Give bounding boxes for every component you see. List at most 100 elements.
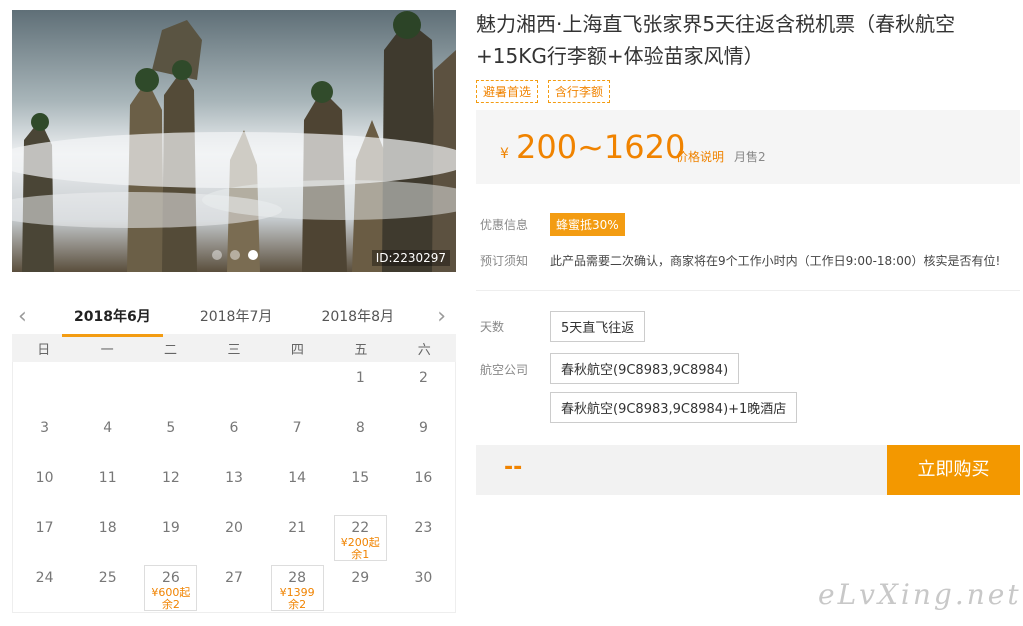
calendar-day[interactable]: 6 [202, 412, 265, 462]
calendar-day[interactable]: 15 [329, 462, 392, 512]
day-number: 28 [288, 570, 307, 586]
carousel-dot-active[interactable] [248, 250, 258, 260]
calendar-day[interactable]: 24 [13, 562, 76, 612]
calendar-day[interactable]: 20 [202, 512, 265, 562]
calendar-day[interactable]: 13 [202, 462, 265, 512]
calendar-day-available[interactable]: 26 ¥600起 余2 [139, 562, 202, 612]
price-calendar: ‹ 2018年6月 2018年7月 2018年8月 › 日 一 二 三 四 五 … [12, 300, 456, 613]
airline-option[interactable]: 春秋航空(9C8983,9C8984) [550, 353, 740, 384]
carousel-dot[interactable] [212, 250, 222, 260]
calendar-day[interactable]: 17 [13, 512, 76, 562]
calendar-day[interactable]: 11 [76, 462, 139, 512]
day-number: 25 [98, 570, 117, 586]
promo-label: 优惠信息 [480, 218, 529, 232]
calendar-day[interactable]: 19 [139, 512, 202, 562]
chevron-left-icon[interactable]: ‹ [18, 304, 27, 329]
tag-badge: 含行李额 [548, 80, 611, 103]
day-number: 27 [225, 570, 243, 586]
mountain-landscape-image [12, 10, 456, 272]
day-number: 11 [98, 470, 117, 486]
purchase-bar: -- 立即购买 [476, 445, 1020, 495]
day-number: 19 [161, 520, 180, 536]
watermark: eLvXing.net [818, 578, 1022, 611]
calendar-day[interactable]: 27 [202, 562, 265, 612]
weekday-label: 日 [37, 342, 51, 358]
day-number: 7 [292, 420, 302, 436]
airline-hotel-option[interactable]: 春秋航空(9C8983,9C8984)+1晚酒店 [550, 392, 798, 423]
calendar-day[interactable]: 16 [392, 462, 455, 512]
calendar-day[interactable]: 29 [329, 562, 392, 612]
day-remaining: 余1 [351, 548, 370, 561]
weekday-header: 日 一 二 三 四 五 六 [12, 334, 456, 362]
tag-badge: 避暑首选 [476, 80, 539, 103]
calendar-days-grid: 1 2 3 4 5 6 7 8 9 10 11 12 13 14 15 16 17 18 19 20 21 22 ¥200起… [12, 362, 456, 613]
month-tab[interactable]: 2018年6月 [62, 306, 163, 337]
calendar-day[interactable]: 12 [139, 462, 202, 512]
buy-now-button[interactable]: 立即购买 [887, 445, 1020, 495]
weekday-label: 六 [417, 342, 431, 358]
day-number: 18 [98, 520, 117, 536]
price-box: ¥ 200~1620 价格说明 月售2 [476, 110, 1020, 184]
day-number: 17 [35, 520, 54, 536]
chevron-right-icon[interactable]: › [437, 304, 446, 329]
day-number: 4 [103, 420, 113, 436]
month-tabs: 2018年6月 2018年7月 2018年8月 [62, 306, 406, 337]
day-number: 14 [288, 470, 307, 486]
day-number: 2 [418, 370, 428, 386]
day-number: 9 [418, 420, 428, 436]
day-number: 26 [161, 570, 180, 586]
calendar-day [13, 362, 76, 412]
day-remaining: 余2 [161, 598, 180, 611]
day-number: 10 [35, 470, 54, 486]
day-number: 21 [288, 520, 307, 536]
weekday-label: 五 [354, 342, 368, 358]
calendar-day[interactable]: 10 [13, 462, 76, 512]
calendar-day [76, 362, 139, 412]
calendar-day[interactable]: 4 [76, 412, 139, 462]
price-explanation-link[interactable]: 价格说明 [676, 148, 724, 165]
calendar-day[interactable]: 23 [392, 512, 455, 562]
day-number: 24 [35, 570, 54, 586]
calendar-day[interactable]: 2 [392, 362, 455, 412]
day-number: 12 [161, 470, 180, 486]
calendar-day[interactable]: 18 [76, 512, 139, 562]
days-option[interactable]: 5天直飞往返 [550, 311, 646, 342]
total-price: -- [504, 455, 523, 480]
day-number: 5 [166, 420, 176, 436]
calendar-day[interactable]: 1 [329, 362, 392, 412]
weekday-label: 二 [164, 342, 178, 358]
booking-notice: 此产品需要二次确认，商家将在9个工作小时内（工作日9:00-18:00）核实是否… [550, 254, 1001, 268]
carousel-dot[interactable] [230, 250, 240, 260]
weekday-label: 三 [227, 342, 241, 358]
calendar-day-available[interactable]: 22 ¥200起 余1 [329, 512, 392, 562]
calendar-day [202, 362, 265, 412]
airline-label: 航空公司 [480, 363, 529, 377]
calendar-day[interactable]: 30 [392, 562, 455, 612]
carousel-dots [212, 250, 258, 260]
notice-label: 预订须知 [480, 254, 529, 268]
calendar-header: ‹ 2018年6月 2018年7月 2018年8月 › [12, 300, 456, 337]
calendar-day[interactable]: 5 [139, 412, 202, 462]
calendar-day[interactable]: 25 [76, 562, 139, 612]
day-remaining: 余2 [288, 598, 307, 611]
calendar-day[interactable]: 9 [392, 412, 455, 462]
day-number: 22 [351, 520, 370, 536]
day-number: 15 [351, 470, 370, 486]
weekday-label: 四 [290, 342, 304, 358]
month-tab[interactable]: 2018年8月 [309, 306, 406, 337]
calendar-day[interactable]: 14 [266, 462, 329, 512]
calendar-day-available[interactable]: 28 ¥1399 余2 [266, 562, 329, 612]
calendar-day[interactable]: 7 [266, 412, 329, 462]
divider [476, 290, 1020, 291]
product-tags: 避暑首选 含行李额 [476, 80, 611, 103]
day-number: 8 [355, 420, 365, 436]
calendar-day[interactable]: 8 [329, 412, 392, 462]
calendar-day [139, 362, 202, 412]
month-tab[interactable]: 2018年7月 [188, 306, 285, 337]
day-number: 16 [414, 470, 433, 486]
product-photo[interactable]: ID:2230297 [12, 10, 456, 272]
calendar-day[interactable]: 21 [266, 512, 329, 562]
calendar-day[interactable]: 3 [13, 412, 76, 462]
day-number: 3 [40, 420, 50, 436]
product-title: 魅力湘西·上海直飞张家界5天往返含税机票（春秋航空+15KG行李额+体验苗家风情… [476, 12, 956, 68]
